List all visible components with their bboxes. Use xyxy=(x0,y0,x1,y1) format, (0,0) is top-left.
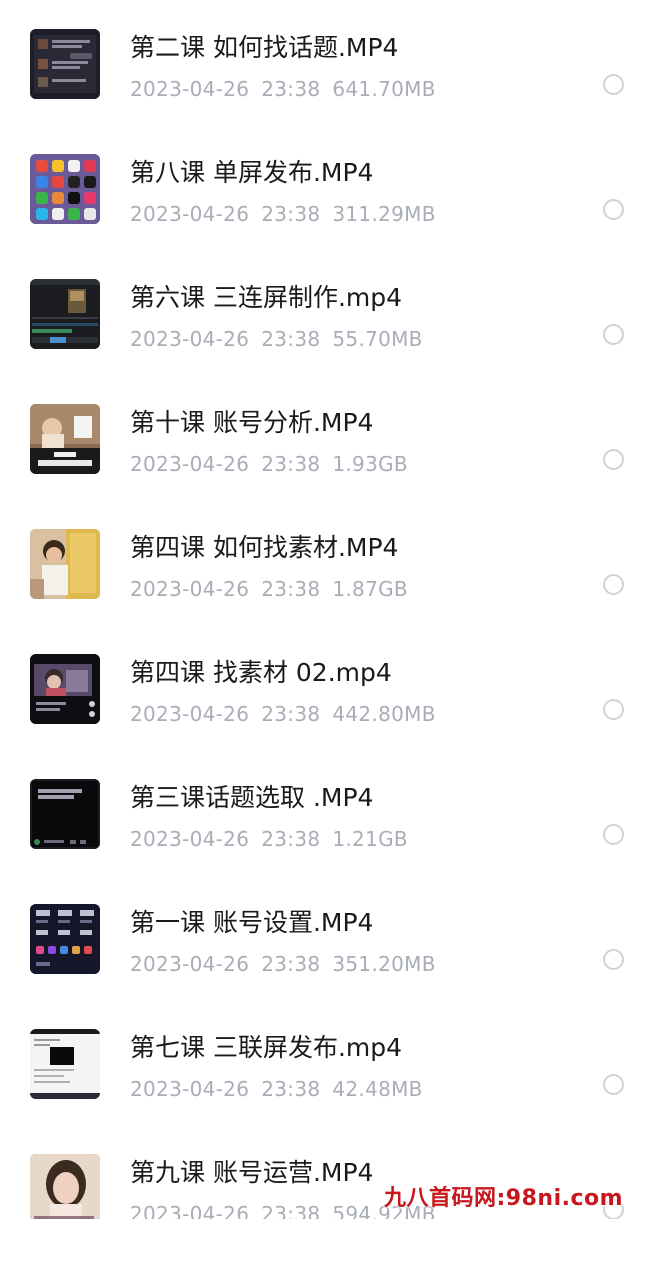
file-time: 23:38 xyxy=(261,77,321,101)
file-date: 2023-04-26 xyxy=(130,577,250,601)
file-size: 1.21GB xyxy=(332,827,408,851)
bottom-edge xyxy=(0,1219,664,1231)
select-radio[interactable] xyxy=(603,699,624,720)
file-date: 2023-04-26 xyxy=(130,702,250,726)
file-size: 42.48MB xyxy=(332,1077,423,1101)
file-size: 1.93GB xyxy=(332,452,408,476)
file-row[interactable]: 第六课 三连屏制作.mp4 2023-04-26 23:38 55.70MB xyxy=(0,270,664,395)
file-time: 23:38 xyxy=(261,452,321,476)
video-thumbnail xyxy=(30,154,100,224)
select-radio[interactable] xyxy=(603,824,624,845)
file-row[interactable]: 第四课 如何找素材.MP4 2023-04-26 23:38 1.87GB xyxy=(0,520,664,645)
video-thumbnail xyxy=(30,404,100,474)
file-row[interactable]: 第七课 三联屏发布.mp4 2023-04-26 23:38 42.48MB xyxy=(0,1020,664,1145)
file-size: 442.80MB xyxy=(332,702,436,726)
file-meta: 2023-04-26 23:38 641.70MB xyxy=(130,76,448,102)
file-time: 23:38 xyxy=(261,577,321,601)
file-row[interactable]: 第八课 单屏发布.MP4 2023-04-26 23:38 311.29MB xyxy=(0,145,664,270)
select-radio[interactable] xyxy=(603,949,624,970)
file-row[interactable]: 第一课 账号设置.MP4 2023-04-26 23:38 351.20MB xyxy=(0,895,664,1020)
file-name: 第六课 三连屏制作.mp4 xyxy=(130,283,403,312)
file-time: 23:38 xyxy=(261,702,321,726)
file-row[interactable]: 第三课话题选取 .MP4 2023-04-26 23:38 1.21GB xyxy=(0,770,664,895)
file-date: 2023-04-26 xyxy=(130,952,250,976)
file-time: 23:38 xyxy=(261,327,321,351)
file-time: 23:38 xyxy=(261,827,321,851)
file-size: 351.20MB xyxy=(332,952,436,976)
file-row[interactable]: 第二课 如何找话题.MP4 2023-04-26 23:38 641.70MB xyxy=(0,20,664,145)
file-date: 2023-04-26 xyxy=(130,452,250,476)
file-name: 第八课 单屏发布.MP4 xyxy=(130,158,374,187)
file-date: 2023-04-26 xyxy=(130,77,250,101)
file-meta: 2023-04-26 23:38 1.93GB xyxy=(130,451,420,477)
file-time: 23:38 xyxy=(261,202,321,226)
file-date: 2023-04-26 xyxy=(130,827,250,851)
file-meta: 2023-04-26 23:38 351.20MB xyxy=(130,951,448,977)
file-row[interactable]: 第四课 找素材 02.mp4 2023-04-26 23:38 442.80MB xyxy=(0,645,664,770)
file-name: 第十课 账号分析.MP4 xyxy=(130,408,374,437)
select-radio[interactable] xyxy=(603,74,624,95)
file-date: 2023-04-26 xyxy=(130,1077,250,1101)
file-meta: 2023-04-26 23:38 55.70MB xyxy=(130,326,435,352)
file-row[interactable]: 第十课 账号分析.MP4 2023-04-26 23:38 1.93GB xyxy=(0,395,664,520)
select-radio[interactable] xyxy=(603,449,624,470)
video-thumbnail xyxy=(30,29,100,99)
file-meta: 2023-04-26 23:38 42.48MB xyxy=(130,1076,435,1102)
file-meta: 2023-04-26 23:38 1.87GB xyxy=(130,576,420,602)
video-thumbnail xyxy=(30,779,100,849)
select-radio[interactable] xyxy=(603,199,624,220)
file-time: 23:38 xyxy=(261,1077,321,1101)
video-thumbnail xyxy=(30,529,100,599)
file-size: 641.70MB xyxy=(332,77,436,101)
file-size: 55.70MB xyxy=(332,327,423,351)
file-name: 第四课 如何找素材.MP4 xyxy=(130,533,399,562)
file-meta: 2023-04-26 23:38 442.80MB xyxy=(130,701,448,727)
file-name: 第三课话题选取 .MP4 xyxy=(130,783,374,812)
file-meta: 2023-04-26 23:38 1.21GB xyxy=(130,826,420,852)
video-thumbnail xyxy=(30,1029,100,1099)
file-size: 1.87GB xyxy=(332,577,408,601)
file-name: 第一课 账号设置.MP4 xyxy=(130,908,374,937)
file-size: 311.29MB xyxy=(332,202,436,226)
file-name: 第九课 账号运营.MP4 xyxy=(130,1158,374,1187)
file-time: 23:38 xyxy=(261,952,321,976)
select-radio[interactable] xyxy=(603,574,624,595)
site-watermark: 九八首码网:98ni.com xyxy=(384,1186,624,1211)
video-thumbnail xyxy=(30,904,100,974)
file-name: 第四课 找素材 02.mp4 xyxy=(130,658,392,687)
video-thumbnail xyxy=(30,1154,100,1224)
file-name: 第七课 三联屏发布.mp4 xyxy=(130,1033,403,1062)
file-date: 2023-04-26 xyxy=(130,327,250,351)
video-thumbnail xyxy=(30,654,100,724)
select-radio[interactable] xyxy=(603,324,624,345)
video-thumbnail xyxy=(30,279,100,349)
select-radio[interactable] xyxy=(603,1074,624,1095)
file-name: 第二课 如何找话题.MP4 xyxy=(130,33,399,62)
file-date: 2023-04-26 xyxy=(130,202,250,226)
file-meta: 2023-04-26 23:38 311.29MB xyxy=(130,201,448,227)
